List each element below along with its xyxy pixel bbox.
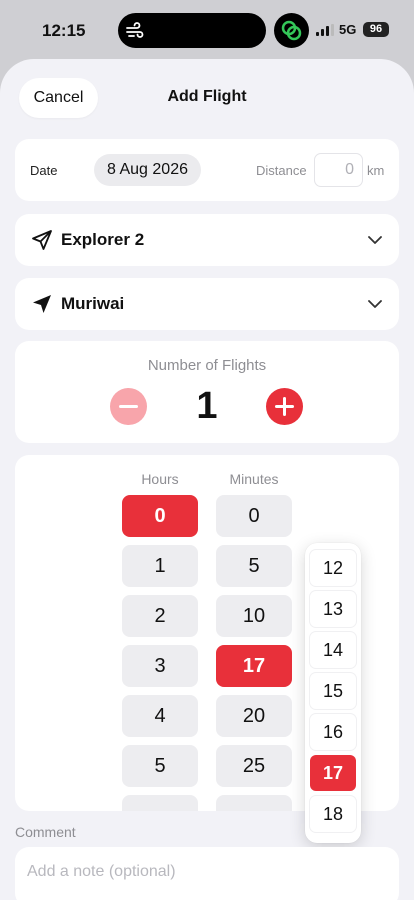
minute-picker-option[interactable]: 17 (310, 755, 356, 791)
wind-icon (126, 22, 144, 38)
link-badge-icon[interactable] (274, 13, 309, 48)
distance-label: Distance (256, 163, 307, 178)
minute-option[interactable]: 5 (216, 545, 292, 587)
hour-option[interactable]: 3 (122, 645, 198, 687)
flight-count-card: Number of Flights 1 (15, 341, 399, 443)
hours-header: Hours (141, 471, 179, 487)
dynamic-island[interactable] (118, 13, 266, 48)
minute-picker-option[interactable]: 15 (310, 673, 356, 709)
hour-option-partial[interactable] (122, 795, 198, 811)
location-arrow-icon (33, 295, 51, 313)
flight-count-label: Number of Flights (147, 357, 267, 374)
status-time: 12:15 (42, 21, 86, 40)
location-label: Muriwai (61, 294, 125, 313)
chevron-down-icon (368, 236, 382, 244)
comment-card (15, 847, 399, 900)
minutes-header: Minutes (229, 471, 279, 487)
minute-option[interactable]: 17 (216, 645, 292, 687)
comment-label: Comment (15, 824, 76, 840)
date-picker[interactable]: 8 Aug 2026 (94, 154, 201, 186)
hour-option[interactable]: 5 (122, 745, 198, 787)
distance-unit: km (367, 163, 385, 178)
page-title: Add Flight (167, 88, 247, 105)
minute-option[interactable]: 25 (216, 745, 292, 787)
network-type: 5G (339, 22, 357, 37)
minute-picker-option[interactable]: 16 (310, 714, 356, 750)
status-bar: 12:15 5G 96 (0, 0, 414, 60)
paper-plane-icon (32, 230, 52, 250)
battery-icon: 96 (363, 22, 389, 37)
minute-picker-option[interactable]: 18 (310, 796, 356, 832)
minute-option[interactable]: 0 (216, 495, 292, 537)
chevron-down-icon (368, 300, 382, 308)
hour-option[interactable]: 1 (122, 545, 198, 587)
increment-button[interactable] (266, 388, 303, 425)
minute-picker-option[interactable]: 14 (310, 632, 356, 668)
minute-picker-option[interactable]: 12 (310, 550, 356, 586)
minute-picker-popover: 12 13 14 15 16 17 18 (305, 543, 361, 843)
comment-input[interactable] (27, 860, 377, 884)
minute-option[interactable]: 10 (216, 595, 292, 637)
minute-picker-option[interactable]: 13 (310, 591, 356, 627)
minute-option[interactable]: 20 (216, 695, 292, 737)
date-label: Date (30, 163, 58, 178)
signal-icon (316, 24, 334, 36)
hour-option[interactable]: 0 (122, 495, 198, 537)
aircraft-select[interactable]: Explorer 2 (15, 214, 399, 266)
location-select[interactable]: Muriwai (15, 278, 399, 330)
aircraft-label: Explorer 2 (61, 230, 145, 249)
add-flight-sheet: Cancel Add Flight Date 8 Aug 2026 Distan… (0, 59, 414, 900)
flight-count-value: 1 (196, 385, 218, 427)
hour-option[interactable]: 2 (122, 595, 198, 637)
date-distance-card: Date 8 Aug 2026 Distance 0 km (15, 139, 399, 201)
distance-field[interactable]: 0 (314, 153, 363, 187)
hour-option[interactable]: 4 (122, 695, 198, 737)
minute-option-partial[interactable] (216, 795, 292, 811)
